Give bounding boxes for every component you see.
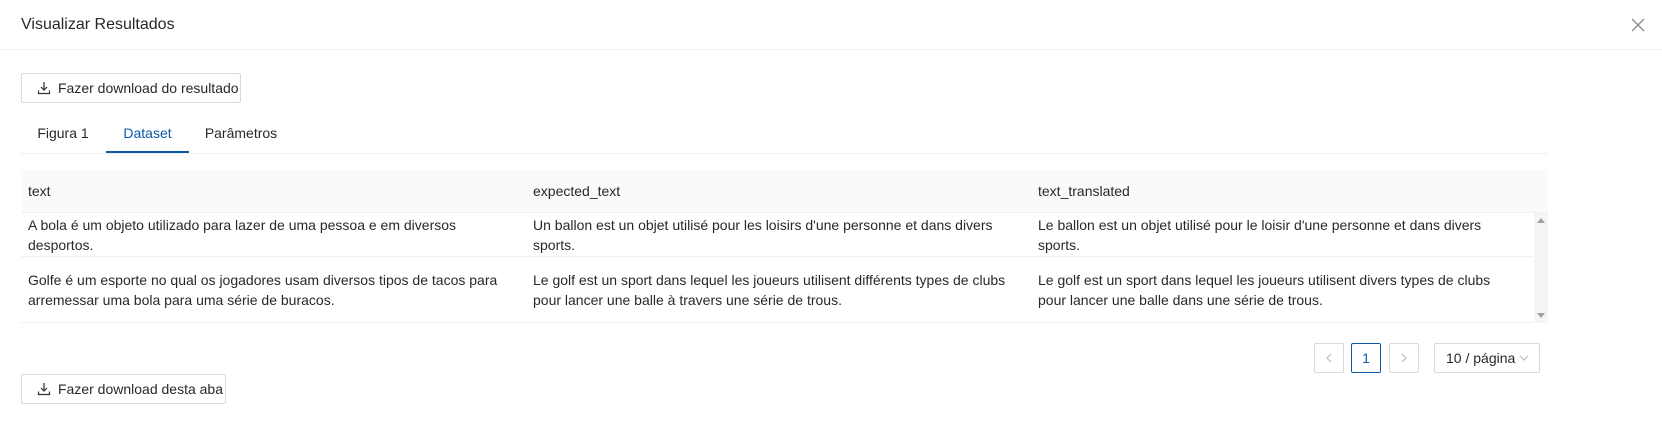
table-scrollbar[interactable] [1534,213,1548,323]
download-icon [37,81,51,95]
active-tab-indicator [106,151,189,153]
column-header-text[interactable]: text [21,183,526,199]
download-tab-button[interactable]: Fazer download desta aba [21,374,226,404]
previous-page-button[interactable] [1314,343,1344,373]
modal-header: Visualizar Resultados [0,0,1662,50]
table-cell: Un ballon est un objet utilisé pour les … [533,216,993,253]
close-button[interactable] [1628,15,1648,35]
table-cell: A bola é um objeto utilizado para lazer … [28,216,457,253]
close-icon [1631,18,1645,32]
table-row: A bola é um objeto utilizado para lazer … [21,213,1533,257]
tab-bar: Figura 1 Dataset Parâmetros [21,112,1548,154]
scroll-down-icon[interactable] [1537,313,1545,318]
download-result-label: Fazer download do resultado [58,80,239,96]
table-cell: Le ballon est un objet utilisé pour le l… [1038,216,1482,253]
download-tab-label: Fazer download desta aba [58,381,223,397]
scroll-up-icon[interactable] [1537,218,1545,223]
chevron-left-icon [1326,353,1332,363]
table-body[interactable]: A bola é um objeto utilizado para lazer … [21,213,1548,323]
results-modal: Visualizar Resultados Fazer download do … [0,0,1662,430]
dataset-table: text expected_text text_translated A bol… [21,170,1548,323]
table-cell: Le golf est un sport dans lequel les jou… [1038,271,1491,308]
table-row: Golfe é um esporte no qual os jogadores … [21,257,1533,323]
tab-figura-1[interactable]: Figura 1 [21,112,105,153]
column-header-text-translated[interactable]: text_translated [1031,183,1548,199]
download-icon [37,382,51,396]
scrollbar-thumb[interactable] [1537,227,1545,309]
tab-parametros[interactable]: Parâmetros [189,112,293,153]
tab-dataset[interactable]: Dataset [106,112,189,153]
page-size-select[interactable]: 10 / página [1434,343,1540,373]
table-cell: Le golf est un sport dans lequel les jou… [533,271,1006,308]
modal-title: Visualizar Resultados [21,15,175,33]
table-cell: Golfe é um esporte no qual os jogadores … [28,271,498,308]
next-page-button[interactable] [1389,343,1419,373]
page-size-value: 10 / página [1446,350,1516,366]
download-result-button[interactable]: Fazer download do resultado [21,73,241,103]
table-header: text expected_text text_translated [21,170,1548,213]
column-header-expected-text[interactable]: expected_text [526,183,1031,199]
page-1-button[interactable]: 1 [1351,343,1381,373]
chevron-down-icon [1519,355,1529,361]
chevron-right-icon [1401,353,1407,363]
